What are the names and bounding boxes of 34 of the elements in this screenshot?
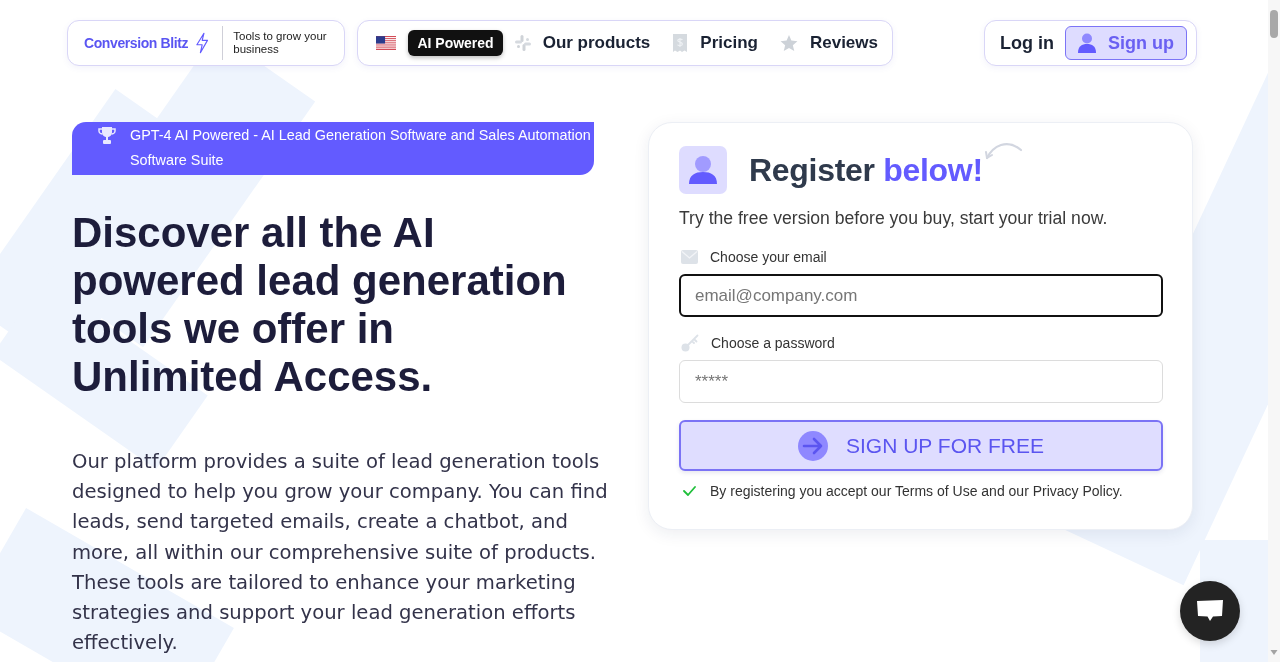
nav-link[interactable]: Our products xyxy=(514,33,651,53)
envelope-icon xyxy=(681,250,698,264)
lightning-icon xyxy=(196,31,209,55)
field-label: Choose your email xyxy=(710,249,827,265)
register-title: Register below! xyxy=(749,151,983,189)
consent-text: By registering you accept our Terms of Use and our Privacy Policy. xyxy=(710,483,1123,499)
register-subtitle: Try the free version before you buy, start your trial now. xyxy=(679,207,1109,229)
chat-button[interactable] xyxy=(1180,581,1240,641)
user-avatar-icon xyxy=(679,146,727,194)
star-icon xyxy=(779,34,798,52)
field-label: Choose a password xyxy=(711,335,835,351)
nav-link[interactable]: Pricing xyxy=(672,33,758,53)
key-icon xyxy=(681,334,699,352)
nav-link[interactable]: Reviews xyxy=(779,33,878,53)
brand-tagline: Tools to grow your business xyxy=(233,30,328,56)
receipt-icon xyxy=(672,34,689,52)
password-field[interactable]: ***** xyxy=(679,360,1163,403)
login-link[interactable]: Log in xyxy=(1000,32,1054,54)
scrollbar[interactable] xyxy=(1268,0,1280,662)
hero-heading: Discover all the AI powered lead generation tools we offer in Unlimited Access. xyxy=(72,209,568,401)
email-field[interactable]: email@company.com xyxy=(679,274,1163,317)
submit-button[interactable]: SIGN UP FOR FREE xyxy=(679,420,1163,471)
curved-arrow-icon xyxy=(984,140,1023,160)
ai-badge: AI Powered xyxy=(408,30,503,56)
check-icon xyxy=(683,486,696,496)
person-icon xyxy=(1078,33,1096,53)
badge-text: GPT-4 AI Powered - AI Lead Generation Software and Sales Automation Software Suite xyxy=(130,126,592,170)
brand-logo[interactable]: Conversion Blitz xyxy=(84,35,189,51)
chat-bubble-icon xyxy=(1196,599,1224,623)
trophy-icon xyxy=(98,127,116,144)
hero-description: Our platform provides a suite of lead generation tools designed to help you grow your company. You can find leads, send targeted emails, create a chatbot, and more, all within our comprehensive suite of products. These tools are tailored to enhance your marketing strategies and support your lead generation efforts effectively. xyxy=(72,449,609,657)
arrow-right-icon xyxy=(798,430,828,461)
flag-icon[interactable] xyxy=(376,34,397,52)
pinwheel-icon xyxy=(514,35,531,51)
